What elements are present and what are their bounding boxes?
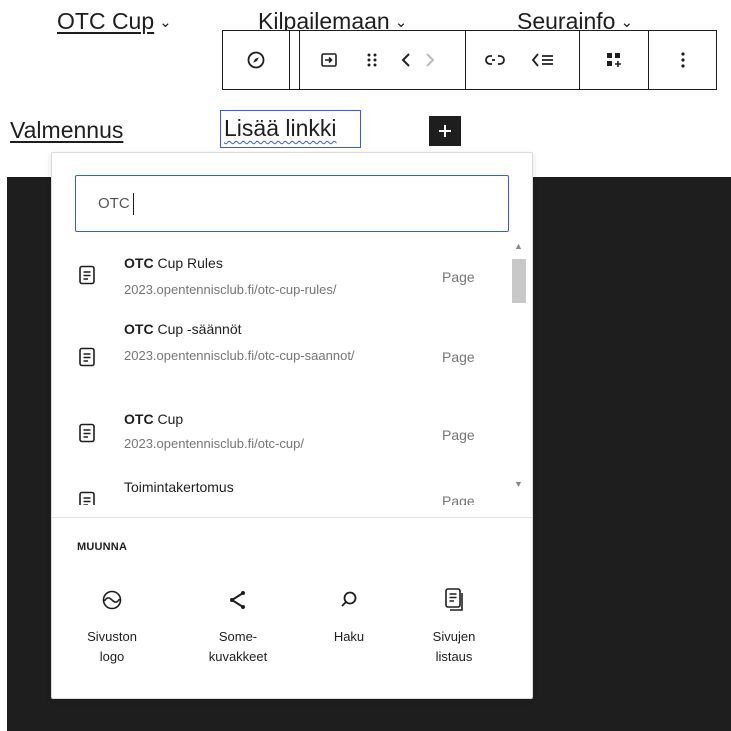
search-result-item[interactable]: OTC Cup -säännöt 2023.opentennisclub.fi/… [52, 321, 508, 393]
page-icon [79, 265, 95, 285]
search-results-list: OTC Cup Rules 2023.opentennisclub.fi/otc… [52, 249, 532, 505]
site-logo-icon [102, 590, 122, 610]
chevron-down-icon: ⌄ [159, 14, 172, 31]
block-toolbar [222, 30, 717, 90]
add-submenu-button[interactable] [521, 31, 565, 89]
chevron-down-icon: ⌄ [620, 14, 634, 31]
page-icon [79, 347, 95, 367]
more-options-icon [681, 52, 685, 68]
more-options-button[interactable] [649, 31, 717, 89]
link-text-editor[interactable]: Lisää linkki [220, 110, 361, 148]
drag-handle[interactable] [357, 31, 387, 89]
add-submenu-icon [531, 53, 553, 67]
chevron-down-icon: ⌄ [394, 14, 408, 31]
search-result-item[interactable]: OTC Cup 2023.opentennisclub.fi/otc-cup/ … [52, 409, 508, 461]
move-right-button[interactable] [419, 31, 441, 89]
transform-label: Haku [333, 629, 365, 644]
transform-page-list[interactable]: Sivujen listaus [404, 585, 504, 667]
transform-label: Sivujen listaus [432, 629, 476, 664]
transform-social-icons[interactable]: Some- kuvakkeet [188, 585, 288, 667]
result-type: Page [442, 349, 475, 365]
chevron-left-icon [401, 53, 410, 67]
submenu-icon [321, 53, 337, 67]
result-type: Page [442, 269, 475, 285]
result-title: OTC Cup [124, 411, 184, 427]
transform-label: Sivuston logo [87, 629, 137, 664]
submenu-button[interactable] [309, 31, 349, 89]
search-query: OTC [98, 195, 130, 212]
link-text: Lisää linkki [224, 115, 337, 141]
move-left-button[interactable] [395, 31, 417, 89]
unlink-icon [485, 55, 505, 65]
nav-item-valmennus[interactable]: Valmennus [10, 117, 123, 144]
transform-site-logo[interactable]: Sivuston logo [62, 585, 162, 667]
toolbar-separator [465, 31, 466, 89]
navigation-icon [247, 51, 265, 69]
transform-search[interactable]: Haku [299, 585, 399, 647]
toolbar-separator [299, 31, 300, 89]
result-url: 2023.opentennisclub.fi/otc-cup-rules/ [124, 282, 337, 297]
section-divider [52, 517, 532, 518]
result-url: 2023.opentennisclub.fi/otc-cup-saannot/ [124, 348, 355, 363]
search-result-item[interactable]: OTC Cup Rules 2023.opentennisclub.fi/otc… [52, 249, 508, 301]
transform-heading: MUUNNA [77, 541, 128, 553]
scrollbar-thumb[interactable] [512, 259, 526, 303]
search-result-item[interactable]: Toimintakertomus Page [52, 477, 508, 505]
result-type: Page [442, 427, 475, 443]
plus-icon [439, 125, 451, 137]
results-scrollbar[interactable]: ▲ ▼ [509, 239, 529, 507]
page-list-icon [445, 588, 463, 611]
result-url: 2023.opentennisclub.fi/otc-cup/ [124, 436, 304, 451]
drag-handle-icon [367, 53, 377, 67]
convert-button[interactable] [580, 31, 648, 89]
transform-label: Some- kuvakkeet [208, 629, 268, 664]
unlink-button[interactable] [475, 31, 515, 89]
result-type: Page [442, 493, 475, 505]
share-icon [230, 591, 245, 609]
scroll-down-icon[interactable]: ▼ [514, 479, 523, 489]
add-block-button[interactable] [429, 116, 461, 146]
search-icon [341, 591, 357, 607]
chevron-right-icon [426, 53, 435, 67]
link-popover: OTC OTC Cup Rules 2023.opentennisclub.fi… [51, 152, 533, 699]
result-title: OTC Cup -säännöt [124, 321, 242, 337]
navigation-button[interactable] [223, 31, 289, 89]
page-icon [79, 491, 95, 505]
text-caret [132, 192, 134, 215]
link-search-input[interactable]: OTC [75, 175, 509, 232]
nav-item-otc-cup[interactable]: OTC Cup ⌄ [57, 8, 172, 35]
result-title: Toimintakertomus [124, 479, 234, 495]
toolbar-separator [289, 31, 290, 89]
page-icon [79, 423, 95, 443]
scroll-up-icon[interactable]: ▲ [514, 241, 523, 251]
nav-item-label: OTC Cup [57, 8, 155, 34]
result-title: OTC Cup Rules [124, 255, 223, 271]
convert-icon [607, 53, 621, 67]
